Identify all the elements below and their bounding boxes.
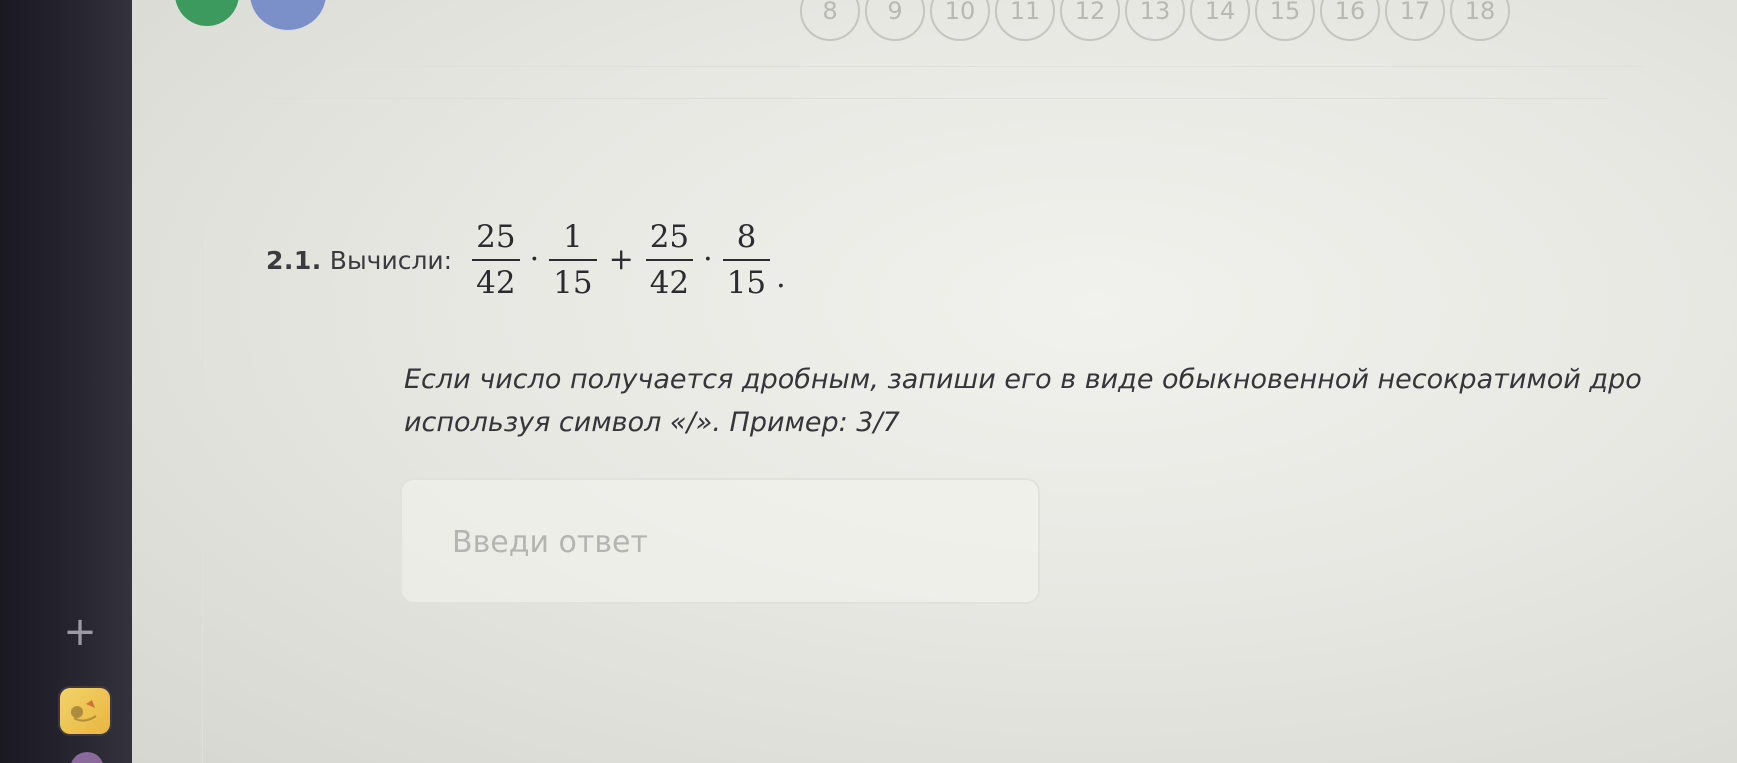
instruction-line-1: Если число получается дробным, запиши ег…: [404, 364, 1642, 395]
question-bubble-14[interactable]: 14: [1190, 0, 1250, 41]
fraction-numerator: 1: [562, 219, 583, 255]
answer-field-container: [400, 478, 1040, 604]
fraction-bar: [645, 259, 694, 261]
task-statement: 2.1. Вычисли: 25 42 · 1 15 + 25 42 · 8 1…: [266, 205, 786, 315]
fraction-2: 1 15: [549, 218, 597, 302]
question-bubble-9[interactable]: 9: [865, 0, 925, 41]
fraction-1: 25 42: [472, 218, 520, 302]
question-bubble-8[interactable]: 8: [800, 0, 860, 41]
fraction-denominator: 15: [726, 265, 767, 301]
multiply-operator: ·: [703, 242, 713, 277]
question-bubble-18[interactable]: 18: [1450, 0, 1510, 41]
question-bubble-17[interactable]: 17: [1385, 0, 1445, 41]
question-bubble-11[interactable]: 11: [995, 0, 1055, 41]
fraction-denominator: 15: [553, 265, 593, 301]
formula-period: .: [776, 259, 786, 295]
question-bubble-12[interactable]: 12: [1060, 0, 1120, 41]
formula: 25 42 · 1 15 + 25 42 · 8 15 .: [466, 218, 786, 302]
question-bubble-15[interactable]: 15: [1255, 0, 1315, 41]
fraction-numerator: 8: [736, 219, 757, 255]
user-avatar[interactable]: [70, 752, 104, 763]
instruction-line-2: используя символ «/». Пример: 3/7: [404, 407, 900, 438]
fraction-bar: [549, 259, 597, 261]
task-verb: Вычисли:: [329, 245, 453, 275]
answer-input[interactable]: [452, 514, 1012, 570]
question-bubble-10[interactable]: 10: [930, 0, 990, 41]
fraction-3: 25 42: [645, 218, 694, 302]
sticker-app-icon[interactable]: [60, 688, 110, 734]
add-icon[interactable]: +: [62, 612, 98, 652]
fraction-denominator: 42: [476, 265, 516, 301]
fraction-denominator: 42: [649, 265, 690, 301]
fraction-bar: [722, 259, 771, 261]
task-number: 2.1.: [266, 245, 322, 275]
question-bubble-16[interactable]: 16: [1320, 0, 1380, 41]
plus-operator: +: [608, 242, 634, 277]
fraction-numerator: 25: [476, 219, 516, 255]
app-sidebar: +: [0, 0, 132, 763]
fraction-4: 8 15: [722, 218, 771, 302]
fraction-numerator: 25: [649, 219, 690, 255]
answer-instruction: Если число получается дробным, запиши ег…: [404, 358, 1734, 444]
question-bubble-13[interactable]: 13: [1125, 0, 1185, 41]
question-navigation: 8 9 10 11 12 13 14 15 16 17 18: [800, 0, 1515, 44]
fraction-bar: [472, 259, 520, 261]
card-divider: [228, 98, 1608, 99]
multiply-operator: ·: [529, 242, 540, 277]
